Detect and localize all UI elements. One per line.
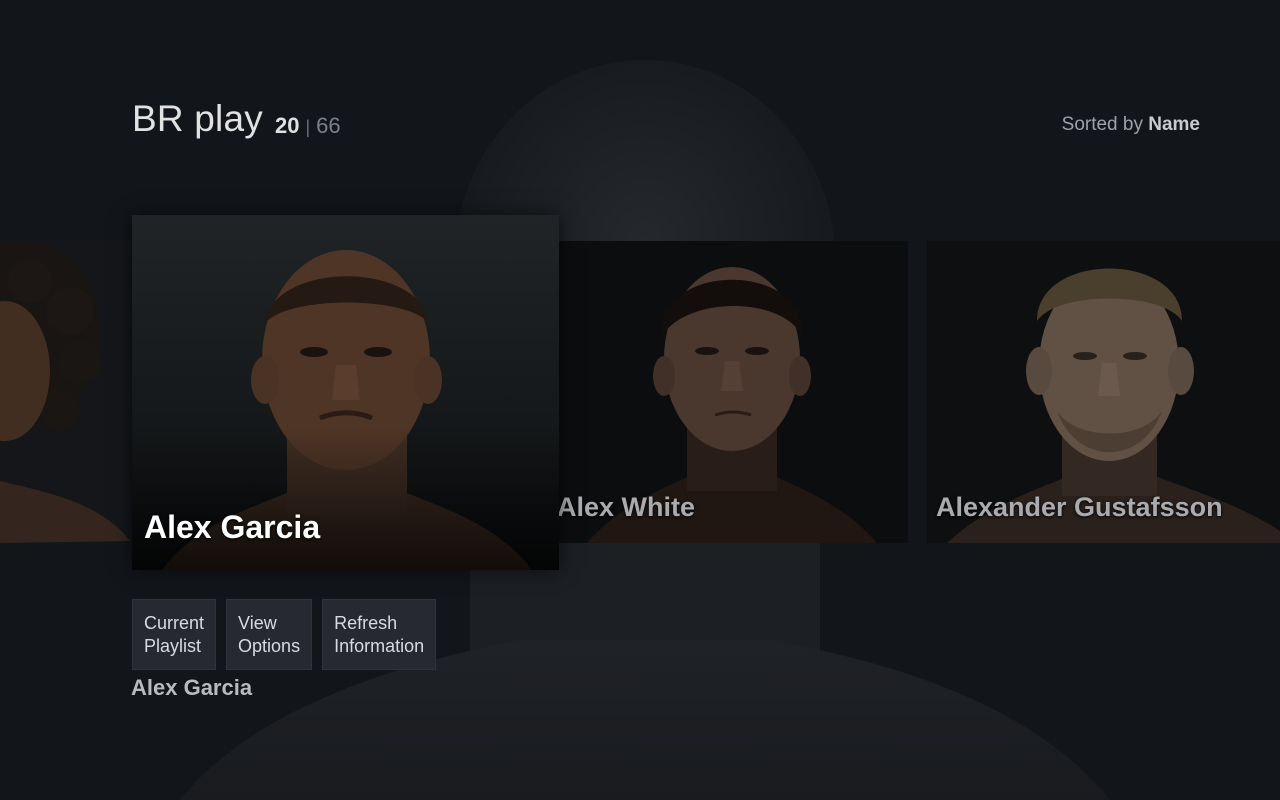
- fighter-name: Alexander Gustafsson: [936, 492, 1223, 522]
- counter-separator: |: [305, 117, 311, 137]
- button-label-line1: View: [238, 613, 277, 633]
- button-label-line2: Options: [238, 636, 301, 656]
- button-label-line2: Information: [334, 636, 425, 656]
- page-title: BR play: [132, 98, 263, 139]
- button-label-line1: Refresh: [334, 613, 398, 633]
- current-playlist-button[interactable]: Current Playlist: [132, 599, 217, 670]
- sort-indicator[interactable]: Sorted by Name: [1062, 114, 1200, 136]
- sort-value: Name: [1148, 114, 1200, 135]
- refresh-information-button[interactable]: Refresh Information: [322, 599, 437, 670]
- action-bar: Current Playlist View Options Refresh In…: [132, 599, 437, 670]
- fighter-name: Alex Garcia: [144, 509, 321, 545]
- selected-item-name: Alex Garcia: [131, 675, 253, 700]
- total-count: 66: [316, 113, 341, 138]
- view-options-button[interactable]: View Options: [226, 599, 313, 670]
- fighter-card-previous[interactable]: [0, 241, 130, 543]
- fighter-card-focused[interactable]: Alex Garcia: [132, 215, 559, 570]
- fighter-card[interactable]: Alexander Gustafsson: [927, 241, 1280, 543]
- button-label-line2: Playlist: [144, 636, 202, 656]
- button-label-line1: Current: [144, 613, 205, 633]
- sort-label: Sorted by: [1061, 114, 1143, 135]
- fighter-card[interactable]: Alex White: [557, 241, 908, 543]
- item-counter: 20 | 66: [275, 113, 341, 139]
- fighter-name: Alex White: [557, 492, 696, 522]
- current-index: 20: [275, 113, 300, 138]
- fighter-portrait: [0, 241, 130, 543]
